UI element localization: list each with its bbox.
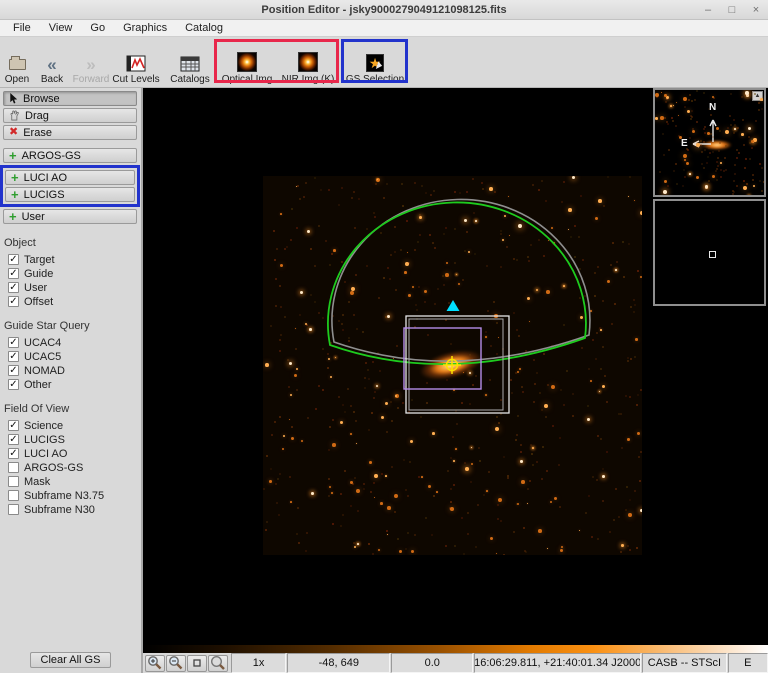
checkbox-target[interactable]: Target <box>0 253 141 266</box>
zoom-out-button[interactable] <box>166 654 186 672</box>
plus-icon: + <box>11 170 19 185</box>
checkbox-luci-ao-fov[interactable]: LUCI AO <box>0 447 141 460</box>
folder-icon <box>8 56 26 70</box>
back-button[interactable]: « Back <box>36 40 68 85</box>
open-button[interactable]: Open <box>0 40 34 85</box>
pixel-value-field: 0.0 <box>391 653 474 673</box>
object-section: Object Target Guide User Offset <box>0 237 141 309</box>
checkbox-nomad[interactable]: NOMAD <box>0 364 141 377</box>
checkbox-user[interactable]: User <box>0 281 141 294</box>
checkbox-science[interactable]: Science <box>0 419 141 432</box>
hand-icon <box>10 110 19 121</box>
cut-levels-icon <box>126 55 146 72</box>
statusbar: 1x -48, 649 0.0 16:06:29.811, +21:40:01.… <box>143 653 768 673</box>
checkbox-mask[interactable]: Mask <box>0 475 141 488</box>
toolbar: Open « Back » Forward Cut Levels Catalog… <box>0 37 768 88</box>
zoom-in-button[interactable] <box>145 654 165 672</box>
field-of-view-section: Field Of View Science LUCIGS LUCI AO ARG… <box>0 403 141 517</box>
add-luci-ao-button[interactable]: + LUCI AO <box>5 170 135 185</box>
plus-icon: + <box>11 187 19 202</box>
north-label: N <box>709 102 717 113</box>
guide-star-query-section: Guide Star Query UCAC4 UCAC5 NOMAD Other <box>0 320 141 392</box>
nir-img-button[interactable]: NIR Img (K) <box>279 40 337 85</box>
back-icon: « <box>47 55 57 74</box>
clear-all-gs-button[interactable]: Clear All GS <box>29 652 112 668</box>
compass-thumbnail-panel[interactable]: N E ▲ <box>653 88 766 197</box>
titlebar: Position Editor - jsky900027904912109812… <box>0 0 768 20</box>
world-coords-field: 16:06:29.811, +21:40:01.34 J2000 <box>474 653 642 673</box>
add-lucigs-button[interactable]: + LUCIGS <box>5 187 135 202</box>
drag-tool-button[interactable]: Drag <box>3 108 137 123</box>
sky-image[interactable] <box>263 176 642 555</box>
plus-icon: + <box>9 209 17 224</box>
checkbox-lucigs-fov[interactable]: LUCIGS <box>0 433 141 446</box>
cut-levels-button[interactable]: Cut Levels <box>107 40 165 85</box>
menu-graphics[interactable]: Graphics <box>114 22 176 34</box>
cursor-arrow-icon <box>10 93 18 104</box>
pan-rect[interactable] <box>709 251 716 258</box>
plus-icon: + <box>9 148 17 163</box>
pixel-coords-field: -48, 649 <box>287 653 391 673</box>
checkbox-other[interactable]: Other <box>0 378 141 391</box>
section-title: Guide Star Query <box>4 320 90 332</box>
maximize-icon[interactable]: □ <box>726 4 738 16</box>
section-title: Object <box>4 237 36 249</box>
close-icon[interactable]: × <box>750 4 762 16</box>
browse-tool-button[interactable]: Browse <box>3 91 137 106</box>
position-editor-window: Position Editor - jsky900027904912109812… <box>0 0 768 673</box>
sidebar: Browse Drag ✖ Erase + ARGOS-GS + LUCI AO <box>0 88 143 673</box>
catalogs-button[interactable]: Catalogs <box>164 40 216 85</box>
magnify-button[interactable] <box>208 654 228 672</box>
menu-catalog[interactable]: Catalog <box>176 22 232 34</box>
forward-icon: » <box>86 55 96 74</box>
actual-size-button[interactable] <box>187 654 207 672</box>
optical-img-button[interactable]: Optical Img <box>218 40 276 85</box>
zoom-level-field: 1x <box>231 653 287 673</box>
equinox-field: E <box>727 653 768 673</box>
checkbox-subframe-n375[interactable]: Subframe N3.75 <box>0 489 141 502</box>
catalogs-icon <box>180 56 200 72</box>
menu-view[interactable]: View <box>40 22 82 34</box>
menubar: File View Go Graphics Catalog <box>0 20 768 37</box>
window-title: Position Editor - jsky900027904912109812… <box>261 3 507 16</box>
checkbox-argos-gs-fov[interactable]: ARGOS-GS <box>0 461 141 474</box>
menu-file[interactable]: File <box>4 22 40 34</box>
window-controls: – □ × <box>702 0 762 20</box>
checkbox-ucac5[interactable]: UCAC5 <box>0 350 141 363</box>
nir-image-icon <box>298 52 318 72</box>
survey-field: CASB -- STScI <box>642 653 727 673</box>
pan-window-panel[interactable] <box>653 199 766 306</box>
add-user-button[interactable]: + User <box>3 209 137 224</box>
gs-selection-button[interactable]: ★ GS Selection <box>344 40 406 85</box>
menu-go[interactable]: Go <box>81 22 114 34</box>
checkbox-guide[interactable]: Guide <box>0 267 141 280</box>
checkbox-ucac4[interactable]: UCAC4 <box>0 336 141 349</box>
checkbox-offset[interactable]: Offset <box>0 295 141 308</box>
red-x-icon: ✖ <box>9 126 19 138</box>
checkbox-subframe-n30[interactable]: Subframe N30 <box>0 503 141 516</box>
minimize-icon[interactable]: – <box>702 4 714 16</box>
blue-highlight-sidebar: + LUCI AO + LUCIGS <box>0 165 140 207</box>
gs-selection-icon: ★ <box>366 54 384 72</box>
section-title: Field Of View <box>4 403 70 415</box>
galaxy <box>416 344 486 386</box>
optical-image-icon <box>237 52 257 72</box>
image-canvas[interactable]: N E ▲ <box>143 88 768 645</box>
add-argos-gs-button[interactable]: + ARGOS-GS <box>3 148 137 163</box>
colormap-bar[interactable] <box>143 645 768 653</box>
erase-tool-button[interactable]: ✖ Erase <box>3 125 137 140</box>
